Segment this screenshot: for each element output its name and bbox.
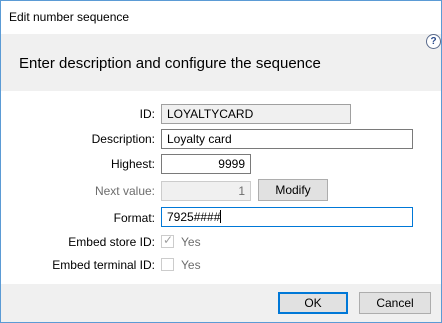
ok-button[interactable]: OK [278, 292, 348, 314]
embed-terminal-id-label: Embed terminal ID: [52, 258, 155, 272]
id-field: LOYALTYCARD [161, 104, 351, 124]
highest-input[interactable]: 9999 [161, 154, 251, 174]
description-input[interactable]: Loyalty card [161, 129, 413, 149]
modify-button[interactable]: Modify [258, 179, 328, 201]
format-value: 7925#### [167, 210, 221, 224]
highest-label: Highest: [110, 157, 155, 171]
cancel-button[interactable]: Cancel [359, 292, 431, 314]
id-label: ID: [139, 107, 155, 121]
checkmark-icon: ✓ [163, 233, 174, 247]
text-caret [220, 210, 222, 223]
header-title: Enter description and configure the sequ… [19, 55, 321, 72]
embed-store-id-checkbox[interactable]: ✓ [161, 233, 174, 248]
embed-terminal-id-checkbox[interactable] [161, 258, 174, 271]
embed-store-id-label: Embed store ID: [68, 235, 155, 249]
edit-number-sequence-dialog: Edit number sequence ? Enter description… [0, 0, 442, 323]
window-title: Edit number sequence [9, 10, 130, 24]
title-bar: Edit number sequence [1, 1, 441, 32]
description-label: Description: [91, 132, 155, 146]
dialog-header: ? Enter description and configure the se… [1, 34, 441, 91]
format-label: Format: [113, 211, 155, 225]
next-value-field: 1 [161, 181, 251, 201]
dialog-footer: OK Cancel [1, 284, 441, 322]
embed-terminal-id-checkbox-label: Yes [181, 258, 201, 272]
help-icon[interactable]: ? [426, 34, 441, 49]
next-value-label: Next value: [94, 184, 155, 198]
format-input[interactable]: 7925#### [161, 207, 413, 227]
embed-store-id-checkbox-label: Yes [181, 235, 201, 249]
